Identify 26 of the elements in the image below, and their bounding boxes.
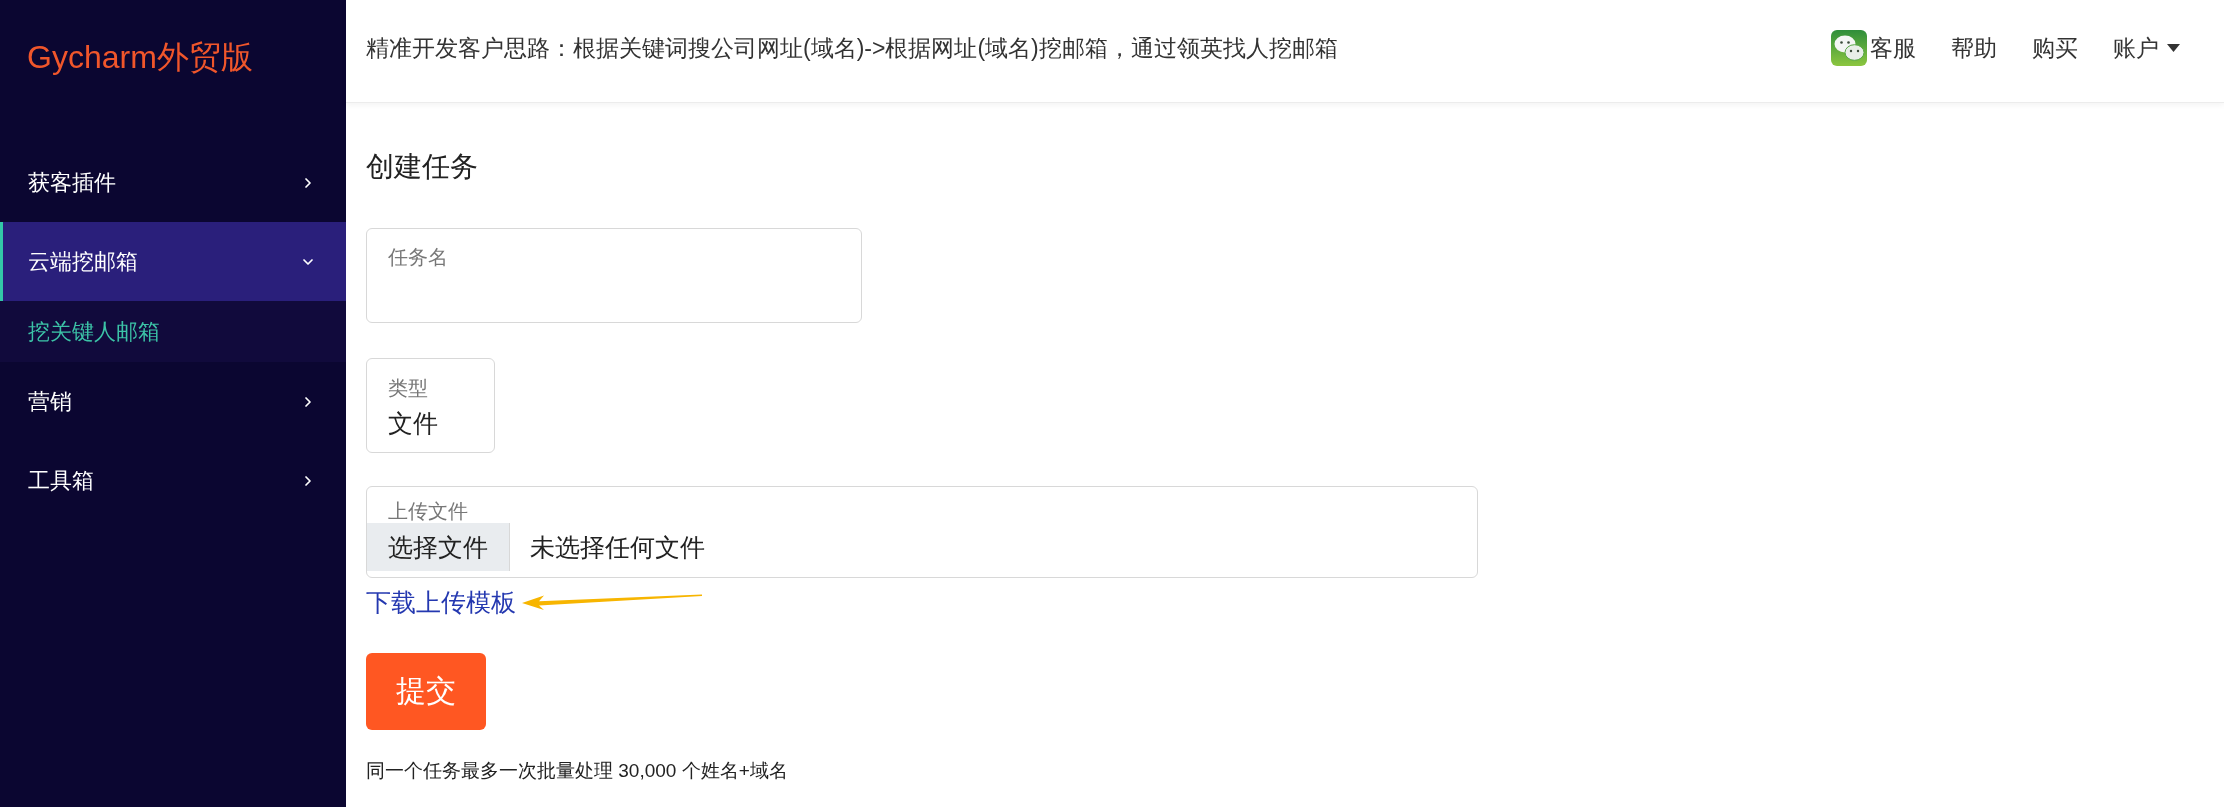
arrow-icon <box>522 594 702 610</box>
file-status-text: 未选择任何文件 <box>530 531 705 563</box>
header-link[interactable]: 购买 <box>2032 32 2078 64</box>
chat-bubbles-icon <box>1831 30 1867 66</box>
header-link[interactable]: 帮助 <box>1951 32 1997 64</box>
sidebar-item[interactable]: 获客插件 <box>0 143 346 222</box>
sidebar-subitem[interactable]: 挖关键人邮箱 <box>0 301 346 362</box>
field-label: 上传文件 <box>388 500 468 522</box>
template-link[interactable]: 下载上传模板 <box>366 588 516 616</box>
sidebar-item[interactable]: 工具箱 <box>0 441 346 520</box>
header-link[interactable]: 账户 <box>2113 32 2180 64</box>
field-value: 文件 <box>388 408 438 438</box>
select-field[interactable]: 类型 文件 <box>366 358 495 453</box>
notice-text: 精准开发客户思路：根据关键词搜公司网址(域名)->根据网址(域名)挖邮箱，通过领英找人挖邮箱 <box>366 33 1338 63</box>
text-field[interactable]: 任务名 <box>366 228 862 323</box>
choose-file-button[interactable]: 选择文件 <box>367 523 510 571</box>
field-label: 类型 <box>388 376 428 400</box>
caret-icon <box>2167 44 2180 52</box>
note-text: 同一个任务最多一次批量处理 30,000 个姓名+域名 <box>366 760 788 782</box>
sidebar-item[interactable]: 云端挖邮箱 <box>0 222 346 301</box>
header-link[interactable]: 客服 <box>1831 30 1916 66</box>
field-label: 任务名 <box>388 245 449 269</box>
upload-field[interactable]: 上传文件 选择文件 未选择任何文件 <box>366 486 1478 578</box>
sidebar-item[interactable]: 营销 <box>0 362 346 441</box>
page-title: 创建任务 <box>366 150 478 184</box>
brand-logo: Gycharm外贸版 <box>27 38 253 76</box>
